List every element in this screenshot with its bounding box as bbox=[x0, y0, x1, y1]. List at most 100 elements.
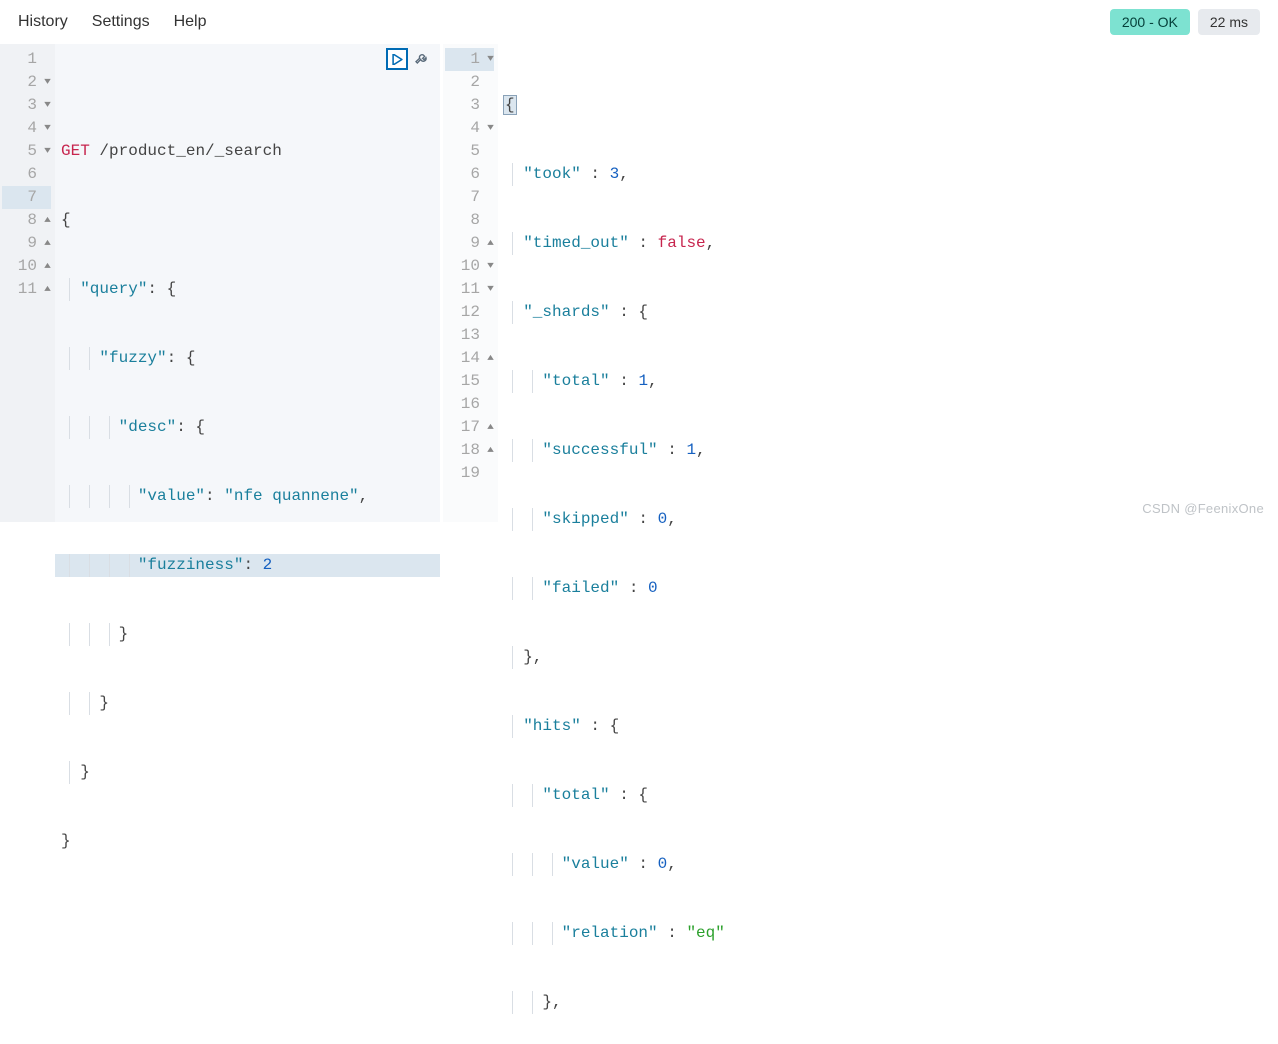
line-number: 1 bbox=[2, 48, 51, 71]
json-number: 3 bbox=[610, 165, 620, 183]
menu-settings[interactable]: Settings bbox=[92, 13, 150, 31]
line-number: 17 bbox=[445, 416, 494, 439]
watermark: CSDN @FeenixOne bbox=[1142, 501, 1264, 516]
line-number: 12 bbox=[445, 301, 494, 324]
json-key: "fuzzy" bbox=[99, 349, 166, 367]
line-number: 6 bbox=[2, 163, 51, 186]
line-number: 2 bbox=[445, 71, 494, 94]
line-number: 4 bbox=[2, 117, 51, 140]
code-row: "timed_out" : false, bbox=[504, 232, 1278, 255]
code-row: "value": "nfe quannene", bbox=[61, 485, 440, 508]
timing-badge: 22 ms bbox=[1198, 9, 1260, 35]
menu-help[interactable]: Help bbox=[174, 13, 207, 31]
request-path: /product_en/_search bbox=[99, 142, 281, 160]
code-row: "failed" : 0 bbox=[504, 577, 1278, 600]
run-button[interactable] bbox=[386, 48, 408, 70]
code-row: "took" : 3, bbox=[504, 163, 1278, 186]
json-number: 1 bbox=[638, 372, 648, 390]
json-key: "hits" bbox=[523, 717, 581, 735]
json-key: "successful" bbox=[542, 441, 657, 459]
code-row: "value" : 0, bbox=[504, 853, 1278, 876]
code-row: { bbox=[504, 94, 1278, 117]
status-group: 200 - OK 22 ms bbox=[1110, 9, 1260, 35]
json-key: "timed_out" bbox=[523, 234, 629, 252]
line-number: 7 bbox=[445, 186, 494, 209]
response-pane: 1 2 3 4 5 6 7 8 9 10 11 12 13 14 15 16 1… bbox=[443, 44, 1278, 522]
json-key: "relation" bbox=[562, 924, 658, 942]
code-row: }, bbox=[504, 646, 1278, 669]
code-row: "successful" : 1, bbox=[504, 439, 1278, 462]
json-number: 2 bbox=[263, 556, 273, 574]
json-number: 0 bbox=[648, 579, 658, 597]
json-key: "took" bbox=[523, 165, 581, 183]
line-number: 13 bbox=[445, 324, 494, 347]
line-number: 10 bbox=[2, 255, 51, 278]
top-bar: History Settings Help 200 - OK 22 ms bbox=[0, 0, 1278, 44]
line-number: 11 bbox=[445, 278, 494, 301]
json-key: "desc" bbox=[119, 418, 177, 436]
json-key: "total" bbox=[542, 786, 609, 804]
request-pane: 1 2 3 4 5 6 7 8 9 10 11 bbox=[0, 44, 440, 522]
line-number: 4 bbox=[445, 117, 494, 140]
line-number: 7 bbox=[2, 186, 51, 209]
json-key: "failed" bbox=[542, 579, 619, 597]
response-code[interactable]: { "took" : 3, "timed_out" : false, "_sha… bbox=[498, 44, 1278, 522]
json-number: 0 bbox=[658, 510, 668, 528]
json-key: "total" bbox=[542, 372, 609, 390]
json-key: "fuzziness" bbox=[138, 556, 244, 574]
line-number: 18 bbox=[445, 439, 494, 462]
json-key: "value" bbox=[138, 487, 205, 505]
json-key: "value" bbox=[562, 855, 629, 873]
line-number: 5 bbox=[2, 140, 51, 163]
line-number: 8 bbox=[445, 209, 494, 232]
json-key: "_shards" bbox=[523, 303, 609, 321]
request-code[interactable]: GET /product_en/_search { "query": { "fu… bbox=[55, 44, 440, 522]
line-number: 9 bbox=[2, 232, 51, 255]
json-number: 1 bbox=[686, 441, 696, 459]
code-row: } bbox=[61, 623, 440, 646]
code-row: } bbox=[61, 692, 440, 715]
line-number: 19 bbox=[445, 462, 494, 485]
status-badge: 200 - OK bbox=[1110, 9, 1190, 35]
code-row: "total" : { bbox=[504, 784, 1278, 807]
code-row: "fuzziness": 2 bbox=[61, 554, 440, 577]
line-number: 3 bbox=[2, 94, 51, 117]
line-number: 15 bbox=[445, 370, 494, 393]
code-row: }, bbox=[504, 991, 1278, 1014]
menu-history[interactable]: History bbox=[18, 13, 68, 31]
code-row: GET /product_en/_search bbox=[61, 140, 440, 163]
response-gutter: 1 2 3 4 5 6 7 8 9 10 11 12 13 14 15 16 1… bbox=[443, 44, 498, 522]
code-row: "total" : 1, bbox=[504, 370, 1278, 393]
code-row: } bbox=[61, 830, 440, 853]
line-number: 2 bbox=[2, 71, 51, 94]
split-panes: 1 2 3 4 5 6 7 8 9 10 11 bbox=[0, 44, 1278, 522]
json-key: "skipped" bbox=[542, 510, 628, 528]
line-number: 11 bbox=[2, 278, 51, 301]
request-editor[interactable]: 1 2 3 4 5 6 7 8 9 10 11 bbox=[0, 44, 440, 522]
json-string: "nfe quannene" bbox=[224, 487, 358, 505]
line-number: 6 bbox=[445, 163, 494, 186]
run-tools bbox=[386, 48, 432, 70]
line-number: 3 bbox=[445, 94, 494, 117]
line-number: 14 bbox=[445, 347, 494, 370]
play-icon bbox=[392, 54, 403, 65]
json-number: 0 bbox=[658, 855, 668, 873]
json-string: "eq" bbox=[686, 924, 724, 942]
code-row: "query": { bbox=[61, 278, 440, 301]
line-number: 10 bbox=[445, 255, 494, 278]
code-row: "_shards" : { bbox=[504, 301, 1278, 324]
wrench-button[interactable] bbox=[412, 49, 432, 69]
code-row: "hits" : { bbox=[504, 715, 1278, 738]
line-number: 8 bbox=[2, 209, 51, 232]
menu-bar: History Settings Help bbox=[18, 13, 1110, 31]
request-gutter: 1 2 3 4 5 6 7 8 9 10 11 bbox=[0, 44, 55, 522]
code-row: "desc": { bbox=[61, 416, 440, 439]
code-row: "fuzzy": { bbox=[61, 347, 440, 370]
json-key: "query" bbox=[80, 280, 147, 298]
code-row: { bbox=[61, 209, 440, 232]
wrench-icon bbox=[414, 51, 430, 67]
code-row: } bbox=[61, 761, 440, 784]
code-row: "relation" : "eq" bbox=[504, 922, 1278, 945]
http-method: GET bbox=[61, 142, 90, 160]
response-editor[interactable]: 1 2 3 4 5 6 7 8 9 10 11 12 13 14 15 16 1… bbox=[443, 44, 1278, 522]
